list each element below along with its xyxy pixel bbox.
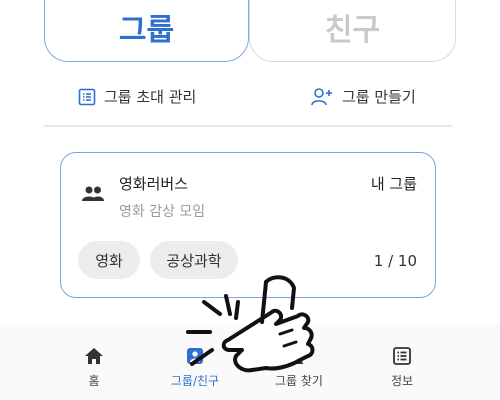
nav-info[interactable]: 정보	[384, 347, 420, 389]
app-screen: 그룹 친구 그룹 초대 관리 그룹 만들기 영화러버스 영화 감상 모임 내 그…	[0, 0, 500, 400]
group-tag: 영화	[78, 241, 140, 279]
list-icon	[78, 88, 96, 106]
group-tag: 공상과학	[150, 241, 238, 279]
create-group-label: 그룹 만들기	[342, 88, 416, 106]
tab-group[interactable]: 그룹	[44, 0, 249, 62]
group-name: 영화러버스	[119, 175, 189, 193]
nav-home[interactable]: 홈	[76, 347, 112, 389]
group-description: 영화 감상 모임	[119, 204, 206, 220]
my-group-badge: 내 그룹	[370, 175, 417, 193]
tab-group-label: 그룹	[118, 13, 175, 48]
member-count: 1 / 10	[373, 252, 417, 270]
home-icon	[84, 347, 104, 368]
info-list-icon	[393, 347, 411, 368]
nav-find-group-label: 그룹 찾기	[275, 374, 323, 388]
bottom-nav-bar	[0, 325, 500, 400]
group-card[interactable]: 영화러버스 영화 감상 모임 내 그룹 영화 공상과학 1 / 10	[60, 152, 436, 298]
add-person-icon	[310, 87, 334, 107]
nav-find-group[interactable]: 그룹 찾기	[271, 347, 327, 389]
nav-group-friend-label: 그룹/친구	[170, 374, 220, 388]
group-invite-manage-button[interactable]: 그룹 초대 관리	[78, 86, 196, 107]
group-friend-icon	[185, 347, 205, 368]
nav-info-label: 정보	[390, 374, 414, 388]
find-group-icon	[286, 347, 312, 368]
nav-group-friend[interactable]: 그룹/친구	[163, 347, 227, 389]
tab-friend[interactable]: 친구	[249, 0, 456, 62]
section-divider	[44, 125, 452, 127]
create-group-button[interactable]: 그룹 만들기	[310, 86, 416, 107]
people-icon	[81, 185, 105, 207]
group-invite-manage-label: 그룹 초대 관리	[104, 88, 197, 106]
nav-home-label: 홈	[88, 374, 100, 388]
tab-friend-label: 친구	[324, 13, 381, 48]
